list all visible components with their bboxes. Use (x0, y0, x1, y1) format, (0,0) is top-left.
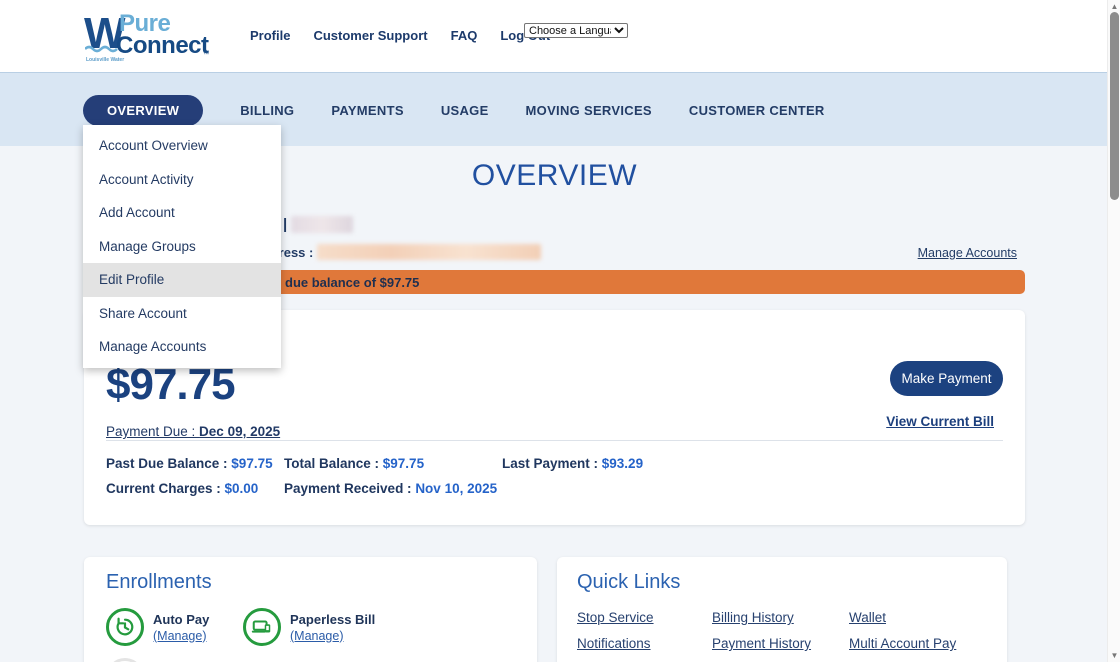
enrollment-auto-pay: Auto Pay (Manage) (106, 608, 243, 646)
logo-connect-text: Connect (116, 32, 209, 60)
manage-accounts-link[interactable]: Manage Accounts (918, 246, 1017, 260)
language-select[interactable]: Choose a Language (524, 23, 628, 38)
paperless-manage-link[interactable]: (Manage) (290, 629, 375, 643)
enrollments-panel: Enrollments Auto Pay (Manage) (84, 557, 537, 662)
menu-item-account-overview[interactable]: Account Overview (83, 129, 281, 163)
stat-total-balance: Total Balance : $97.75 (284, 456, 502, 471)
stat-payment-received: Payment Received : Nov 10, 2025 (284, 481, 502, 496)
logo-trademark: ™ (203, 52, 209, 58)
view-current-bill-link[interactable]: View Current Bill (886, 414, 994, 429)
stat-current-charges: Current Charges : $0.00 (106, 481, 284, 496)
vertical-scrollbar[interactable]: ▲ ▼ (1107, 0, 1120, 662)
redacted-service-address (317, 244, 541, 260)
quick-link-stop-service[interactable]: Stop Service (577, 610, 712, 625)
header: W Pure Connect ™ Louisville Water Profil… (0, 0, 1120, 72)
quick-links-panel: Quick Links Stop Service Billing History… (557, 557, 1007, 662)
quick-link-notifications[interactable]: Notifications (577, 636, 712, 651)
menu-item-manage-accounts[interactable]: Manage Accounts (83, 330, 281, 364)
account-name-row: | (283, 216, 353, 233)
autopay-icon (106, 608, 144, 646)
tab-payments[interactable]: PAYMENTS (331, 103, 403, 118)
profile-link[interactable]: Profile (250, 28, 290, 43)
paperless-bill-label: Paperless Bill (290, 612, 375, 627)
faq-link[interactable]: FAQ (451, 28, 478, 43)
autopay-label: Auto Pay (153, 612, 209, 627)
redacted-account-name (291, 216, 353, 233)
enrollments-title: Enrollments (106, 571, 515, 594)
menu-item-edit-profile[interactable]: Edit Profile (83, 263, 281, 297)
payment-due-label: Payment Due : (106, 424, 199, 439)
stat-last-payment: Last Payment : $93.29 (502, 456, 643, 471)
menu-item-manage-groups[interactable]: Manage Groups (83, 230, 281, 264)
main-nav: OVERVIEW BILLING PAYMENTS USAGE MOVING S… (83, 95, 825, 126)
tab-customer-center[interactable]: CUSTOMER CENTER (689, 103, 825, 118)
menu-item-account-activity[interactable]: Account Activity (83, 163, 281, 197)
quick-link-wallet[interactable]: Wallet (849, 610, 985, 625)
scroll-down-arrow-icon[interactable]: ▼ (1108, 651, 1120, 660)
scrollbar-thumb[interactable] (1110, 12, 1119, 200)
partial-enrollment-icon (106, 658, 144, 662)
quick-links-title: Quick Links (577, 571, 985, 594)
enrollment-paperless-bill: Paperless Bill (Manage) (243, 608, 380, 646)
payment-due-link[interactable]: Payment Due : Dec 09, 2025 (106, 424, 1003, 439)
paperless-bill-icon (243, 608, 281, 646)
scroll-up-arrow-icon[interactable]: ▲ (1108, 2, 1120, 11)
stat-past-due-balance: Past Due Balance : $97.75 (106, 456, 284, 471)
card-divider (106, 440, 1003, 441)
menu-item-add-account[interactable]: Add Account (83, 196, 281, 230)
past-due-alert-text: due balance of $97.75 (285, 275, 419, 290)
balance-stats: Past Due Balance : $97.75 Total Balance … (106, 456, 643, 496)
top-nav: Profile Customer Support FAQ Log Out (250, 28, 550, 43)
quick-link-multi-account-pay[interactable]: Multi Account Pay (849, 636, 985, 651)
account-separator: | (283, 216, 287, 233)
logo-tagline: Louisville Water (86, 57, 124, 63)
tab-moving-services[interactable]: MOVING SERVICES (526, 103, 652, 118)
customer-support-link[interactable]: Customer Support (313, 28, 427, 43)
logo-wave-icon (85, 44, 119, 54)
autopay-manage-link[interactable]: (Manage) (153, 629, 209, 643)
payment-due-date: Dec 09, 2025 (199, 424, 280, 439)
pureconnect-logo: W Pure Connect ™ Louisville Water (84, 12, 214, 64)
menu-item-share-account[interactable]: Share Account (83, 297, 281, 331)
tab-overview[interactable]: OVERVIEW (83, 95, 203, 126)
overview-dropdown-menu: Account Overview Account Activity Add Ac… (83, 125, 281, 368)
tab-usage[interactable]: USAGE (441, 103, 489, 118)
make-payment-button[interactable]: Make Payment (890, 361, 1003, 396)
enrollment-partial-item: Budget payment (106, 658, 515, 662)
quick-links-grid: Stop Service Billing History Wallet Noti… (577, 610, 985, 651)
quick-link-billing-history[interactable]: Billing History (712, 610, 849, 625)
quick-link-payment-history[interactable]: Payment History (712, 636, 849, 651)
tab-billing[interactable]: BILLING (240, 103, 294, 118)
